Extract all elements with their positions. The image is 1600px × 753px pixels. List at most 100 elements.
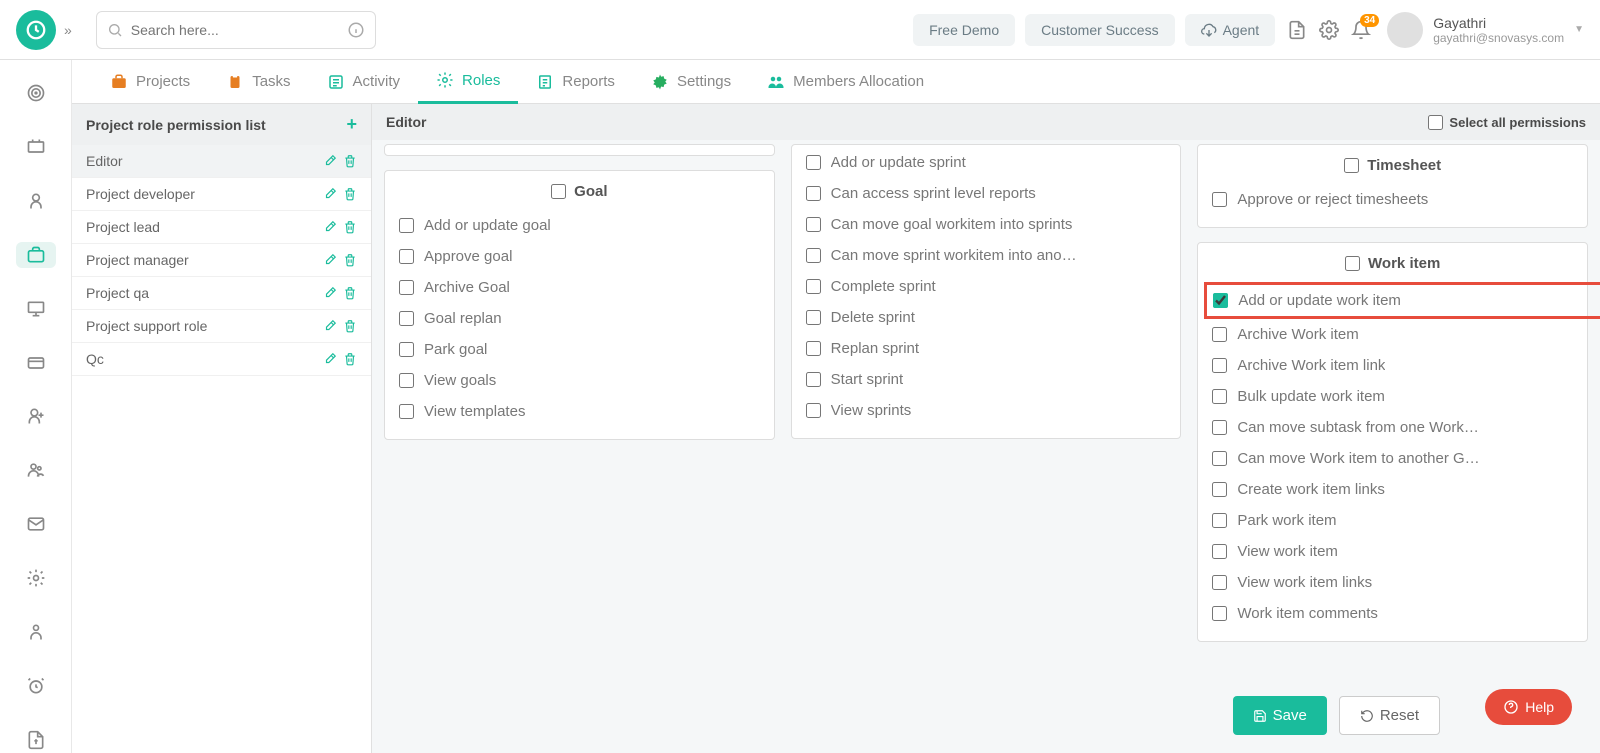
- edit-role-icon[interactable]: [323, 154, 337, 168]
- permission-checkbox[interactable]: [399, 342, 414, 357]
- permission-checkbox[interactable]: [1212, 575, 1227, 590]
- edit-role-icon[interactable]: [323, 220, 337, 234]
- info-icon[interactable]: [347, 21, 365, 39]
- permission-checkbox[interactable]: [806, 279, 821, 294]
- notifications-icon[interactable]: 34: [1351, 20, 1371, 40]
- free-demo-button[interactable]: Free Demo: [913, 14, 1015, 46]
- workitem-permission[interactable]: Add or update work item: [1204, 282, 1600, 319]
- delete-role-icon[interactable]: [343, 286, 357, 300]
- goal-permission[interactable]: View goals: [399, 365, 760, 396]
- sprint-permission[interactable]: Replan sprint: [806, 333, 1167, 364]
- permission-checkbox[interactable]: [1212, 389, 1227, 404]
- delete-role-icon[interactable]: [343, 253, 357, 267]
- sidebar-alarm[interactable]: [16, 673, 56, 699]
- tab-members-allocation[interactable]: Members Allocation: [749, 60, 942, 104]
- tab-tasks[interactable]: Tasks: [208, 60, 308, 104]
- sidebar-target[interactable]: [16, 80, 56, 106]
- workitem-permission[interactable]: View work item: [1212, 536, 1573, 567]
- permission-checkbox[interactable]: [399, 311, 414, 326]
- edit-role-icon[interactable]: [323, 253, 337, 267]
- permission-checkbox[interactable]: [1212, 606, 1227, 621]
- edit-role-icon[interactable]: [323, 319, 337, 333]
- delete-role-icon[interactable]: [343, 187, 357, 201]
- workitem-group-checkbox[interactable]: [1345, 256, 1360, 271]
- workitem-permission[interactable]: Can move Work item to another G…: [1212, 443, 1573, 474]
- permission-checkbox[interactable]: [806, 217, 821, 232]
- search-input[interactable]: [131, 22, 347, 38]
- sprint-permission[interactable]: Can access sprint level reports: [806, 178, 1167, 209]
- tab-settings[interactable]: Settings: [633, 60, 749, 104]
- goal-permission[interactable]: Approve goal: [399, 241, 760, 272]
- goal-permission[interactable]: Park goal: [399, 334, 760, 365]
- goal-permission[interactable]: Add or update goal: [399, 210, 760, 241]
- sidebar-team[interactable]: [16, 457, 56, 483]
- sidebar-card[interactable]: [16, 350, 56, 376]
- permission-checkbox[interactable]: [1212, 513, 1227, 528]
- add-role-button[interactable]: +: [346, 114, 357, 135]
- tab-projects[interactable]: Projects: [92, 60, 208, 104]
- app-logo[interactable]: [16, 10, 56, 50]
- goal-permission[interactable]: Archive Goal: [399, 272, 760, 303]
- tab-reports[interactable]: Reports: [518, 60, 633, 104]
- sidebar-monitor[interactable]: [16, 296, 56, 322]
- edit-role-icon[interactable]: [323, 286, 337, 300]
- delete-role-icon[interactable]: [343, 352, 357, 366]
- permission-checkbox[interactable]: [399, 404, 414, 419]
- sprint-permission[interactable]: Complete sprint: [806, 271, 1167, 302]
- delete-role-icon[interactable]: [343, 220, 357, 234]
- goal-permission[interactable]: View templates: [399, 396, 760, 427]
- sidebar-mail[interactable]: [16, 511, 56, 537]
- permission-checkbox[interactable]: [1212, 358, 1227, 373]
- reset-button[interactable]: Reset: [1339, 696, 1440, 735]
- sidebar-screen[interactable]: [16, 134, 56, 160]
- workitem-permission[interactable]: Archive Work item link: [1212, 350, 1573, 381]
- tab-activity[interactable]: Activity: [309, 60, 419, 104]
- workitem-permission[interactable]: Bulk update work item: [1212, 381, 1573, 412]
- permission-checkbox[interactable]: [399, 373, 414, 388]
- role-item-project-developer[interactable]: Project developer: [72, 178, 371, 211]
- help-button[interactable]: Help: [1485, 689, 1572, 725]
- workitem-permission[interactable]: Create work item links: [1212, 474, 1573, 505]
- role-item-project-manager[interactable]: Project manager: [72, 244, 371, 277]
- permission-checkbox[interactable]: [1212, 482, 1227, 497]
- workitem-permission[interactable]: Archive Work item: [1212, 319, 1573, 350]
- role-item-project-lead[interactable]: Project lead: [72, 211, 371, 244]
- agent-button[interactable]: Agent: [1185, 14, 1276, 46]
- tab-roles[interactable]: Roles: [418, 60, 518, 104]
- save-button[interactable]: Save: [1233, 696, 1327, 735]
- role-item-project-qa[interactable]: Project qa: [72, 277, 371, 310]
- role-item-project-support-role[interactable]: Project support role: [72, 310, 371, 343]
- workitem-permission[interactable]: Park work item: [1212, 505, 1573, 536]
- permission-checkbox[interactable]: [1212, 420, 1227, 435]
- sidebar-gear[interactable]: [16, 565, 56, 591]
- sprint-permission[interactable]: Can move sprint workitem into ano…: [806, 240, 1167, 271]
- sidebar-invoice[interactable]: [16, 727, 56, 753]
- permission-checkbox[interactable]: [806, 372, 821, 387]
- permission-checkbox[interactable]: [399, 218, 414, 233]
- document-icon[interactable]: [1287, 20, 1307, 40]
- sidebar-person[interactable]: [16, 188, 56, 214]
- timesheet-permission[interactable]: Approve or reject timesheets: [1212, 184, 1573, 215]
- sidebar-briefcase[interactable]: [16, 242, 56, 268]
- select-all-checkbox[interactable]: Select all permissions: [1428, 115, 1586, 130]
- sprint-permission[interactable]: Start sprint: [806, 364, 1167, 395]
- expand-sidebar-icon[interactable]: »: [64, 22, 72, 38]
- workitem-permission[interactable]: Can move subtask from one Work…: [1212, 412, 1573, 443]
- goal-group-checkbox[interactable]: [551, 184, 566, 199]
- role-item-editor[interactable]: Editor: [72, 145, 371, 178]
- timesheet-group-checkbox[interactable]: [1344, 158, 1359, 173]
- edit-role-icon[interactable]: [323, 187, 337, 201]
- sprint-permission[interactable]: Add or update sprint: [806, 147, 1167, 178]
- settings-gear-icon[interactable]: [1319, 20, 1339, 40]
- sidebar-user2[interactable]: [16, 619, 56, 645]
- permission-checkbox[interactable]: [1212, 327, 1227, 342]
- sprint-permission[interactable]: Can move goal workitem into sprints: [806, 209, 1167, 240]
- edit-role-icon[interactable]: [323, 352, 337, 366]
- goal-permission[interactable]: Goal replan: [399, 303, 760, 334]
- permission-checkbox[interactable]: [806, 341, 821, 356]
- search-box[interactable]: [96, 11, 376, 49]
- customer-success-button[interactable]: Customer Success: [1025, 14, 1174, 46]
- permission-checkbox[interactable]: [806, 403, 821, 418]
- delete-role-icon[interactable]: [343, 154, 357, 168]
- sidebar-add-person[interactable]: [16, 404, 56, 430]
